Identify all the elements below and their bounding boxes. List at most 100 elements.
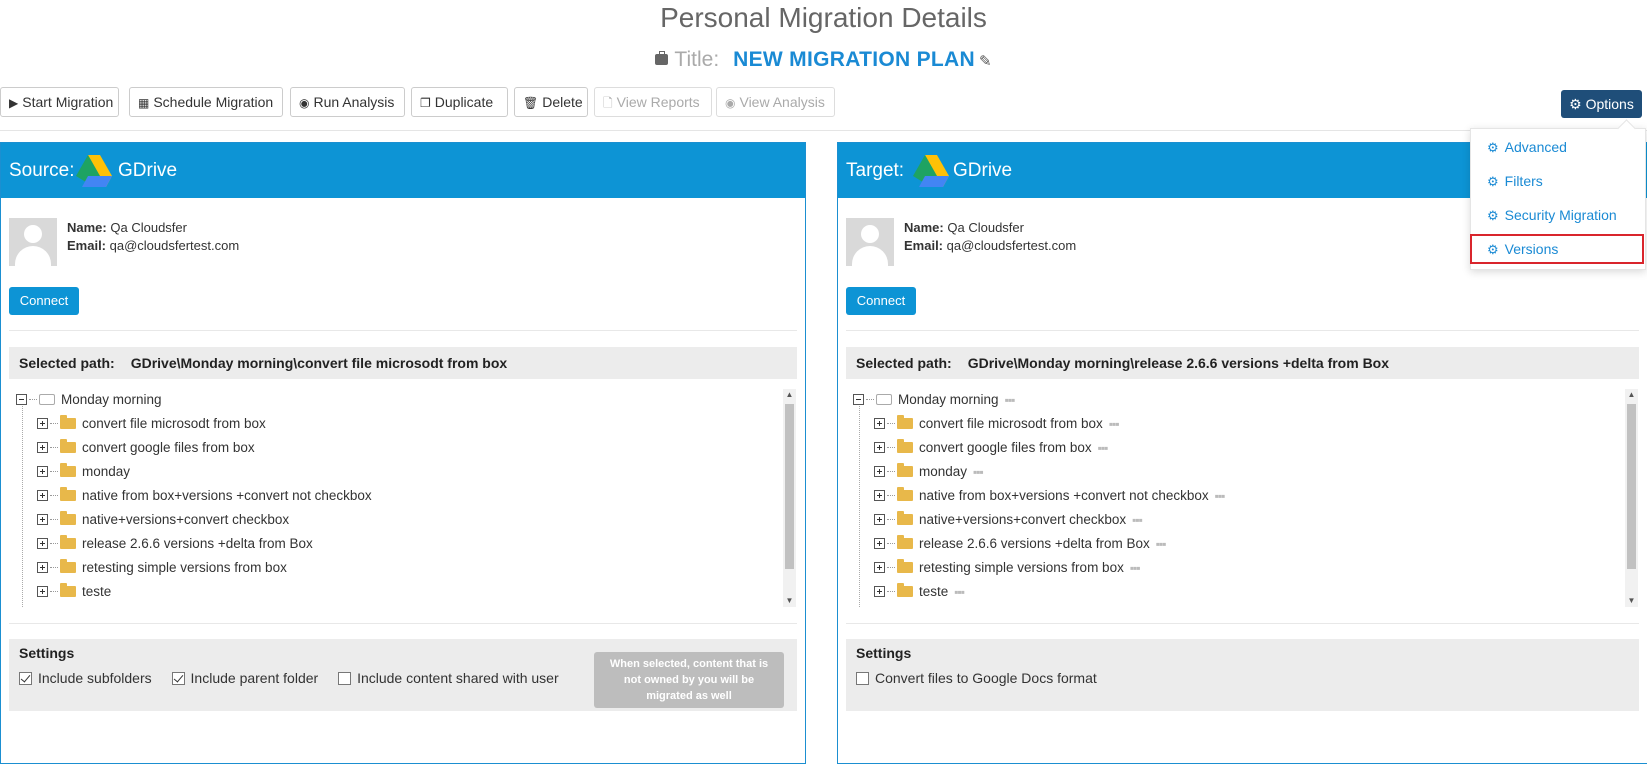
scroll-thumb[interactable]	[1627, 404, 1636, 569]
more-icon[interactable]: ▪▪▪	[1215, 489, 1226, 503]
account-email: qa@cloudsfertest.com	[946, 238, 1077, 253]
collapse-icon[interactable]	[853, 394, 864, 405]
tree-folder-node[interactable]: native from box+versions +convert not ch…	[874, 485, 1226, 507]
trash-icon: 🗑	[523, 96, 539, 110]
tree-folder-node[interactable]: convert google files from box ▪▪▪	[874, 437, 1109, 459]
tree-folder-node[interactable]: native+versions+convert checkbox	[37, 509, 289, 531]
tree-folder-node[interactable]: convert file microsodt from box	[37, 413, 266, 435]
dropdown-arrow	[1617, 119, 1636, 138]
menu-item-security-migration[interactable]: ⚙ Security Migration	[1487, 204, 1617, 226]
expand-icon[interactable]	[37, 490, 48, 501]
more-icon[interactable]: ▪▪▪	[1005, 393, 1016, 407]
more-icon[interactable]: ▪▪▪	[1156, 537, 1167, 551]
expand-icon[interactable]	[37, 514, 48, 525]
expand-icon[interactable]	[37, 586, 48, 597]
scroll-up-arrow-icon[interactable]: ▲	[1625, 389, 1638, 401]
expand-icon[interactable]	[874, 442, 885, 453]
tree-folder-node[interactable]: release 2.6.6 versions +delta from Box	[37, 533, 313, 555]
checkbox[interactable]	[19, 672, 32, 685]
tree-node-label: convert google files from box	[919, 440, 1092, 455]
expand-icon[interactable]	[37, 562, 48, 573]
eye-icon: ◉	[299, 96, 310, 110]
include-shared-content-option[interactable]: Include content shared with user	[338, 669, 559, 687]
tree-folder-node[interactable]: teste ▪▪▪	[874, 581, 965, 603]
view-analysis-button[interactable]: ◉ View Analysis	[716, 87, 835, 117]
copy-icon: ❐	[420, 96, 431, 110]
checkbox[interactable]	[856, 672, 869, 685]
tree-folder-node[interactable]: native+versions+convert checkbox ▪▪▪	[874, 509, 1143, 531]
tree-folder-node[interactable]: retesting simple versions from box	[37, 557, 287, 579]
expand-icon[interactable]	[874, 538, 885, 549]
schedule-migration-button[interactable]: ▦ Schedule Migration	[129, 87, 283, 117]
expand-icon[interactable]	[874, 418, 885, 429]
menu-item-filters[interactable]: ⚙ Filters	[1487, 170, 1543, 192]
account-name: Qa Cloudsfer	[947, 220, 1024, 235]
expand-icon[interactable]	[37, 418, 48, 429]
tree-folder-node[interactable]: testing versions from team drives to tea…	[37, 605, 369, 607]
tree-folder-node[interactable]: monday ▪▪▪	[874, 461, 984, 483]
view-reports-button[interactable]: 🗋 View Reports	[594, 87, 712, 117]
folder-icon	[897, 487, 913, 501]
more-icon[interactable]: ▪▪▪	[954, 585, 965, 599]
expand-icon[interactable]	[37, 538, 48, 549]
tree-scrollbar[interactable]: ▲ ▼	[1625, 389, 1638, 607]
options-button[interactable]: ⚙ Options	[1561, 90, 1642, 118]
scroll-up-arrow-icon[interactable]: ▲	[783, 389, 796, 401]
target-folder-tree: ▲ ▼ Monday morning ▪▪▪ convert file micros…	[846, 387, 1639, 607]
tree-root-node[interactable]: Monday morning	[16, 389, 162, 411]
source-header: Source: GDrive	[1, 143, 805, 198]
tree-folder-node[interactable]: retesting simple versions from box ▪▪▪	[874, 557, 1141, 579]
scroll-down-arrow-icon[interactable]: ▼	[783, 595, 796, 607]
drive-icon	[39, 394, 55, 405]
tree-node-label: teste	[82, 584, 112, 599]
include-parent-folder-option[interactable]: Include parent folder	[171, 669, 318, 687]
target-service-name: GDrive	[953, 160, 1013, 181]
checkbox[interactable]	[171, 672, 185, 685]
pencil-icon[interactable]: ✎	[979, 53, 992, 70]
target-connect-button[interactable]: Connect	[846, 287, 916, 315]
checkbox[interactable]	[338, 672, 352, 685]
plan-name[interactable]: NEW MIGRATION PLAN	[733, 48, 975, 71]
more-icon[interactable]: ▪▪▪	[1098, 441, 1109, 455]
expand-icon[interactable]	[37, 442, 48, 453]
scroll-down-arrow-icon[interactable]: ▼	[1625, 595, 1638, 607]
include-subfolders-option[interactable]: Include subfolders	[19, 669, 152, 687]
tree-folder-node[interactable]: convert google files from box	[37, 437, 255, 459]
more-icon[interactable]: ▪▪▪	[1130, 561, 1141, 575]
tree-guide-line	[22, 403, 23, 607]
tree-folder-node[interactable]: teste	[37, 581, 111, 603]
shared-content-tooltip: When selected, content that is not owned…	[594, 652, 784, 708]
scroll-thumb[interactable]	[785, 404, 794, 569]
tree-scrollbar[interactable]: ▲ ▼	[783, 389, 796, 607]
expand-icon[interactable]	[874, 586, 885, 597]
folder-icon	[897, 535, 913, 549]
more-icon[interactable]: ▪▪▪	[1132, 513, 1143, 527]
collapse-icon[interactable]	[16, 394, 27, 405]
plan-title-row: Title: NEW MIGRATION PLAN ✎	[0, 48, 1647, 72]
tree-root-node[interactable]: Monday morning ▪▪▪	[853, 389, 1016, 411]
tree-folder-node[interactable]: release 2.6.6 versions +delta from Box ▪▪…	[874, 533, 1166, 555]
folder-icon	[60, 511, 76, 525]
expand-icon[interactable]	[874, 466, 885, 477]
expand-icon[interactable]	[37, 466, 48, 477]
menu-item-advanced[interactable]: ⚙ Advanced	[1487, 136, 1567, 158]
expand-icon[interactable]	[874, 490, 885, 501]
tree-node-label: teste	[919, 584, 949, 599]
folder-icon	[60, 487, 76, 501]
source-connect-button[interactable]: Connect	[9, 287, 79, 315]
tree-folder-node[interactable]: convert file microsodt from box ▪▪▪	[874, 413, 1120, 435]
start-migration-button[interactable]: ▶ Start Migration	[0, 87, 119, 117]
convert-google-docs-option[interactable]: Convert files to Google Docs format	[856, 669, 1097, 687]
tree-folder-node[interactable]: testing versions from team drives to tea…	[874, 605, 1221, 607]
expand-icon[interactable]	[874, 562, 885, 573]
delete-button[interactable]: 🗑 Delete	[514, 87, 588, 117]
tree-folder-node[interactable]: native from box+versions +convert not ch…	[37, 485, 372, 507]
more-icon[interactable]: ▪▪▪	[973, 465, 984, 479]
folder-icon	[60, 559, 76, 573]
more-icon[interactable]: ▪▪▪	[1109, 417, 1120, 431]
run-analysis-button[interactable]: ◉ Run Analysis	[290, 87, 405, 117]
expand-icon[interactable]	[874, 514, 885, 525]
duplicate-button[interactable]: ❐ Duplicate	[411, 87, 508, 117]
tree-folder-node[interactable]: monday	[37, 461, 130, 483]
toolbar-divider	[0, 130, 1647, 131]
